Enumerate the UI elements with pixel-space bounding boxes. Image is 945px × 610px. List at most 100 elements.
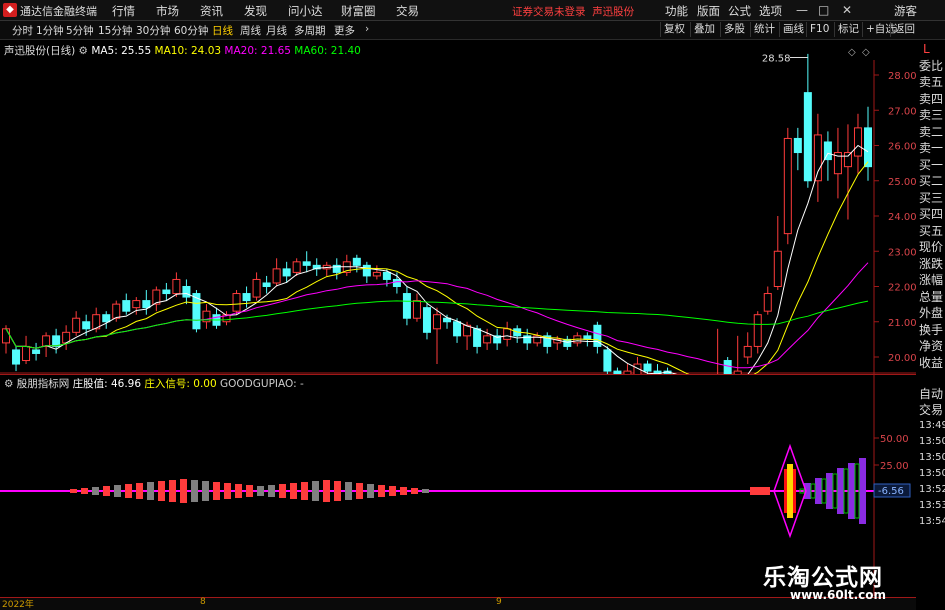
indicator-bar: [224, 483, 231, 499]
candle-body: [864, 127, 872, 168]
minimize-button[interactable]: —: [796, 3, 808, 17]
menu-zixun[interactable]: 资讯: [200, 3, 223, 19]
purple-bar: [837, 468, 844, 514]
side-item-13: 涨跌: [919, 256, 944, 271]
menu-banmian[interactable]: 版面: [697, 3, 720, 19]
menu-faxian[interactable]: 发现: [244, 3, 267, 19]
indicator-bar: [356, 483, 363, 499]
indicator-bar: [290, 483, 297, 499]
trade-login-notice[interactable]: 证券交易未登录 声迅股份: [512, 4, 634, 19]
tool-button-0[interactable]: 复权: [660, 22, 688, 37]
candlestick-chart[interactable]: 28.00 27.00 26.00 25.00 24.00 23.00 22.00 21.00…: [0, 40, 916, 374]
candle-body: [483, 335, 492, 344]
candle-body: [132, 300, 141, 309]
candle-body: [422, 307, 431, 333]
candle-body: [763, 293, 772, 312]
indicator-bar: [389, 486, 396, 496]
price-tick: 24.00: [888, 212, 916, 223]
period-tab-9[interactable]: 多周期: [294, 23, 326, 38]
indicator-bar: [213, 482, 220, 500]
indicator-bar: [125, 484, 132, 498]
side-item-5: 卖二: [919, 124, 944, 139]
candle-body: [292, 261, 301, 273]
indicator-bar: [257, 486, 264, 496]
period-tab-2[interactable]: 5分钟: [66, 23, 94, 38]
tool-button-1[interactable]: 叠加: [690, 22, 718, 37]
restore-button[interactable]: □: [818, 3, 829, 17]
side-time-6: 13:52: [919, 484, 945, 495]
indicator-bar: [246, 485, 253, 497]
tool-button-6[interactable]: 标记: [834, 22, 862, 37]
notice-stock[interactable]: 声迅股份: [592, 6, 634, 18]
period-tab-7[interactable]: 周线: [240, 23, 261, 38]
candle-body: [2, 328, 10, 344]
purple-bar: [848, 463, 855, 519]
notice-text[interactable]: 证券交易未登录: [512, 6, 586, 18]
side-item-2: 卖五: [919, 75, 944, 89]
side-item-15: 总量: [919, 289, 944, 304]
indicator-bar: [180, 479, 187, 503]
indicator-bar: [202, 481, 209, 501]
chart-option-icon: ◇: [848, 47, 856, 58]
tool-button-5[interactable]: F10: [806, 22, 832, 37]
side-time-4: 13:50: [919, 452, 945, 463]
side-time-1: 交易: [919, 403, 944, 417]
indicator-bar: [400, 487, 407, 495]
indicator-settings-icon[interactable]: ⚙: [4, 378, 13, 390]
candle-body: [783, 137, 792, 235]
period-tab-4[interactable]: 30分钟: [136, 23, 170, 38]
period-tab-10[interactable]: 更多: [334, 23, 355, 38]
period-tab-5[interactable]: 60分钟: [174, 23, 208, 38]
tool-button-8[interactable]: 返回: [890, 22, 918, 37]
menu-caifuquan[interactable]: 财富圈: [341, 3, 376, 19]
candle-body: [12, 349, 21, 365]
indicator-legend: ⚙ 殷朋指标网 庄股值: 46.96 庄入信号: 0.00 GOODGUPIAO…: [4, 376, 304, 391]
menu-xuanxiang[interactable]: 选项: [759, 3, 782, 19]
menu-jiaoyi[interactable]: 交易: [396, 3, 419, 19]
side-time-5: 13:50: [919, 468, 945, 479]
side-item-4: 卖三: [919, 108, 944, 122]
period-tab-0[interactable]: 分时: [12, 23, 33, 38]
more-arrow-icon[interactable]: ›: [365, 23, 369, 35]
ma20-label: MA20: 21.65: [224, 45, 291, 57]
indicator-current-value: -6.56: [878, 486, 904, 497]
side-time-3: 13:50: [919, 436, 945, 447]
candle-body: [182, 286, 191, 298]
settings-icon[interactable]: ⚙: [79, 45, 88, 57]
menu-wenxiaoda[interactable]: 问小达: [288, 3, 323, 19]
close-button[interactable]: ✕: [842, 3, 852, 17]
date-tick-2022: 2022年: [2, 600, 34, 610]
side-item-10: 买四: [919, 207, 944, 221]
candle-body: [32, 349, 41, 354]
indicator-bar: [70, 489, 77, 493]
indicator-bar: [334, 481, 341, 501]
price-tick: 23.00: [888, 247, 916, 258]
period-tab-1[interactable]: 1分钟: [36, 23, 64, 38]
price-tick: 27.00: [888, 106, 916, 117]
candle-body: [252, 278, 261, 298]
purple-bar: [804, 483, 811, 499]
goodgupiao-value: GOODGUPIAO: -: [220, 378, 304, 390]
menu-shichang[interactable]: 市场: [156, 3, 179, 19]
period-tab-6[interactable]: 日线: [212, 23, 233, 38]
indicator-bar: [235, 484, 242, 498]
indicator-bar: [268, 485, 275, 497]
user-label[interactable]: 游客: [894, 3, 917, 19]
indicator-bar: [312, 481, 319, 501]
candle-body: [402, 293, 411, 319]
menu-gongshi[interactable]: 公式: [728, 3, 751, 19]
period-tab-3[interactable]: 15分钟: [98, 23, 132, 38]
stock-title: 声迅股份(日线): [4, 45, 76, 57]
price-tick: 22.00: [888, 283, 916, 294]
tool-button-3[interactable]: 统计: [750, 22, 778, 37]
side-item-3: 卖四: [919, 91, 944, 106]
tool-button-4[interactable]: 画线: [779, 22, 807, 37]
tool-button-2[interactable]: 多股: [720, 22, 748, 37]
period-tab-8[interactable]: 月线: [266, 23, 287, 38]
candle-body: [453, 321, 462, 337]
candle-body: [372, 271, 381, 277]
menu-gongneng[interactable]: 功能: [665, 3, 688, 19]
menu-hangqing[interactable]: 行情: [112, 3, 135, 19]
side-item-9: 买三: [919, 190, 944, 205]
candle-body: [753, 314, 762, 347]
